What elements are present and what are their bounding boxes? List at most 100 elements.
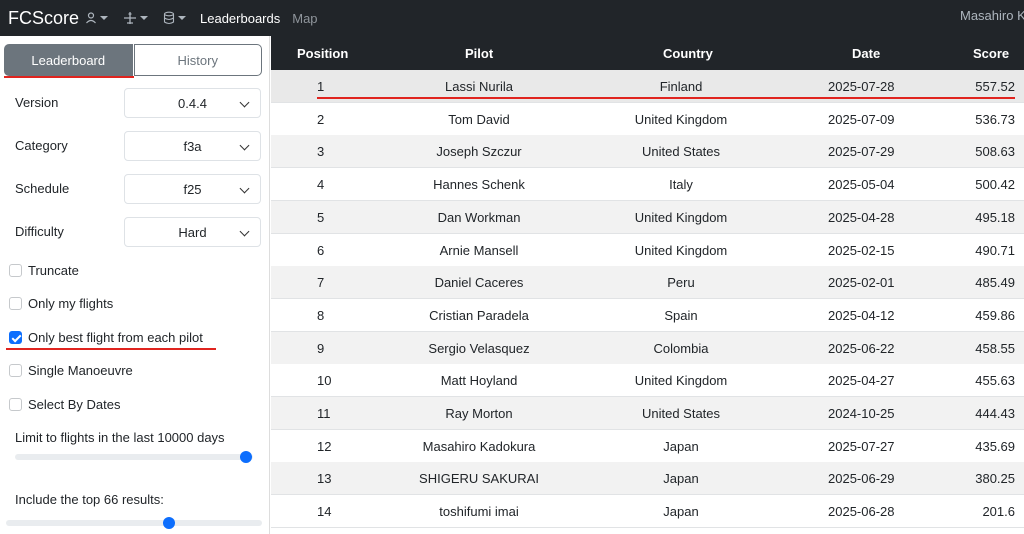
pilot-name: Matt Hoyland — [440, 373, 518, 389]
cell-date: 2025-07-27 — [828, 438, 895, 454]
sidebar-filters: Leaderboard History Version 0.4.4 Catego… — [0, 36, 270, 534]
days-limit-slider-thumb[interactable] — [240, 451, 252, 463]
header-country[interactable]: Country — [663, 46, 713, 61]
highlight-underline — [6, 348, 216, 350]
cell-date: 2024-10-25 — [828, 406, 895, 421]
table-row[interactable]: 8 Cristian Paradela Spain 2025-04-12 459.86 — [271, 298, 1024, 332]
header-position[interactable]: Position — [297, 46, 348, 61]
table-row[interactable]: 13 SHIGERU SAKURAI Japan 2025-06-29 380.25 — [271, 462, 1024, 496]
select-by-dates-option[interactable]: Select By Dates — [9, 396, 121, 412]
country-name: United Kingdom — [634, 373, 728, 389]
pilot-name: toshifumi imai — [439, 504, 519, 520]
cell-position: 8 — [317, 307, 325, 323]
top-navbar: FCScore Leaderboards Map Masahiro K — [0, 0, 1024, 36]
flag-icon-jp — [703, 444, 713, 450]
best-flight-option[interactable]: Only best flight from each pilot — [9, 329, 203, 345]
cell-position: 12 — [317, 438, 332, 454]
top-results-slider-thumb[interactable] — [163, 517, 175, 529]
single-manoeuvre-checkbox[interactable] — [9, 363, 22, 377]
cell-position: 4 — [317, 177, 325, 193]
cell-date: 2025-05-04 — [828, 177, 895, 193]
plane-menu[interactable] — [122, 11, 148, 25]
header-score[interactable]: Score — [973, 46, 1009, 61]
user-name[interactable]: Masahiro K — [960, 0, 1024, 36]
cell-score: 500.42 — [975, 177, 1015, 193]
pilot-name: Masahiro Kadokura — [422, 438, 536, 454]
brand-logo[interactable]: FCScore — [0, 8, 84, 29]
table-row[interactable]: 14 toshifumi imai Japan 2025-06-28 201.6 — [271, 495, 1024, 529]
header-date[interactable]: Date — [852, 46, 880, 61]
cell-date: 2025-07-29 — [828, 144, 895, 160]
only-my-flights-checkbox[interactable] — [9, 296, 22, 310]
cell-date: 2025-04-27 — [828, 373, 895, 389]
top-results-slider[interactable] — [6, 517, 262, 529]
table-row[interactable]: 4 Hannes Schenk Italy 2025-05-04 500.42 — [271, 168, 1024, 202]
table-row[interactable]: 6 Arnie Mansell United Kingdom 2025-02-15 49… — [271, 233, 1024, 267]
cell-position: 9 — [317, 340, 325, 356]
difficulty-select[interactable]: Hard — [124, 217, 261, 247]
country-name: Finland — [659, 79, 703, 94]
country-name: United Kingdom — [634, 111, 728, 127]
pilot-name: Cristian Paradela — [429, 307, 529, 323]
header-pilot[interactable]: Pilot — [465, 46, 493, 61]
single-manoeuvre-option[interactable]: Single Manoeuvre — [9, 362, 133, 378]
pilot-name: Hannes Schenk — [433, 177, 525, 193]
difficulty-value: Hard — [178, 224, 207, 240]
cell-score: 536.73 — [975, 111, 1015, 127]
best-flight-checkbox[interactable] — [9, 330, 22, 344]
select-by-dates-checkbox[interactable] — [9, 397, 22, 411]
truncate-checkbox[interactable] — [9, 263, 22, 277]
category-label: Category — [15, 138, 68, 153]
best-flight-label: Only best flight from each pilot — [28, 329, 203, 345]
chevron-down-icon — [140, 16, 148, 20]
country-name: Spain — [664, 307, 698, 323]
table-row[interactable]: 5 Dan Workman United Kingdom 2025-04-28 495.… — [271, 200, 1024, 234]
cell-score: 495.18 — [975, 209, 1015, 225]
tab-history[interactable]: History — [133, 44, 262, 76]
cell-position: 5 — [317, 209, 325, 225]
select-by-dates-label: Select By Dates — [28, 396, 121, 412]
schedule-value: f25 — [183, 181, 202, 197]
table-row[interactable]: 2 Tom David United Kingdom 2025-07-09 536.73 — [271, 102, 1024, 136]
flag-icon-us — [725, 411, 734, 417]
airplane-icon — [124, 12, 136, 24]
flag-icon-es — [703, 313, 712, 319]
flag-icon-jp — [703, 509, 713, 516]
difficulty-label: Difficulty — [15, 224, 64, 239]
user-menu[interactable] — [84, 11, 108, 25]
top-results-label: Include the top 66 results: — [15, 492, 164, 507]
nav-map[interactable]: Map — [292, 11, 317, 26]
table-row[interactable]: 7 Daniel Caceres Peru 2025-02-01 485.49 — [271, 266, 1024, 300]
truncate-option[interactable]: Truncate — [9, 262, 79, 278]
schedule-select[interactable]: f25 — [124, 174, 261, 204]
database-menu[interactable] — [162, 11, 186, 25]
cell-score: 485.49 — [975, 275, 1015, 291]
days-limit-slider[interactable] — [15, 451, 253, 463]
chevron-down-icon — [239, 183, 250, 194]
version-value: 0.4.4 — [178, 95, 207, 111]
flag-icon-gb — [732, 215, 742, 221]
nav-leaderboards[interactable]: Leaderboards — [200, 11, 280, 26]
tab-leaderboard[interactable]: Leaderboard — [4, 44, 133, 76]
table-header: Position Pilot Country Date Score — [271, 36, 1024, 70]
days-limit-label: Limit to flights in the last 10000 days — [15, 430, 225, 445]
flag-icon-gb — [732, 117, 742, 123]
cell-position: 10 — [317, 373, 332, 389]
cell-date: 2025-06-28 — [828, 504, 895, 520]
cell-score: 557.52 — [975, 79, 1015, 94]
table-row[interactable]: 10 Matt Hoyland United Kingdom 2025-04-27 45… — [271, 364, 1024, 398]
truncate-label: Truncate — [28, 262, 79, 278]
table-row[interactable]: 3 Joseph Szczur United States 2025-07-29 508… — [271, 135, 1024, 169]
cell-position: 14 — [317, 504, 332, 520]
category-select[interactable]: f3a — [124, 131, 261, 161]
cell-score: 490.71 — [975, 242, 1015, 258]
table-row[interactable]: 12 Masahiro Kadokura Japan 2025-07-27 435.69 — [271, 429, 1024, 463]
country-name: United States — [641, 406, 721, 421]
table-row[interactable]: 11 Ray Morton United States 2024-10-25 444.4… — [271, 397, 1024, 430]
version-label: Version — [15, 95, 59, 110]
flag-icon-co — [713, 346, 722, 352]
table-row[interactable]: 9 Sergio Velasquez Colombia 2025-06-22 458.5… — [271, 331, 1024, 365]
only-my-flights-option[interactable]: Only my flights — [9, 295, 113, 311]
chevron-down-icon — [100, 16, 108, 20]
version-select[interactable]: 0.4.4 — [124, 88, 261, 118]
